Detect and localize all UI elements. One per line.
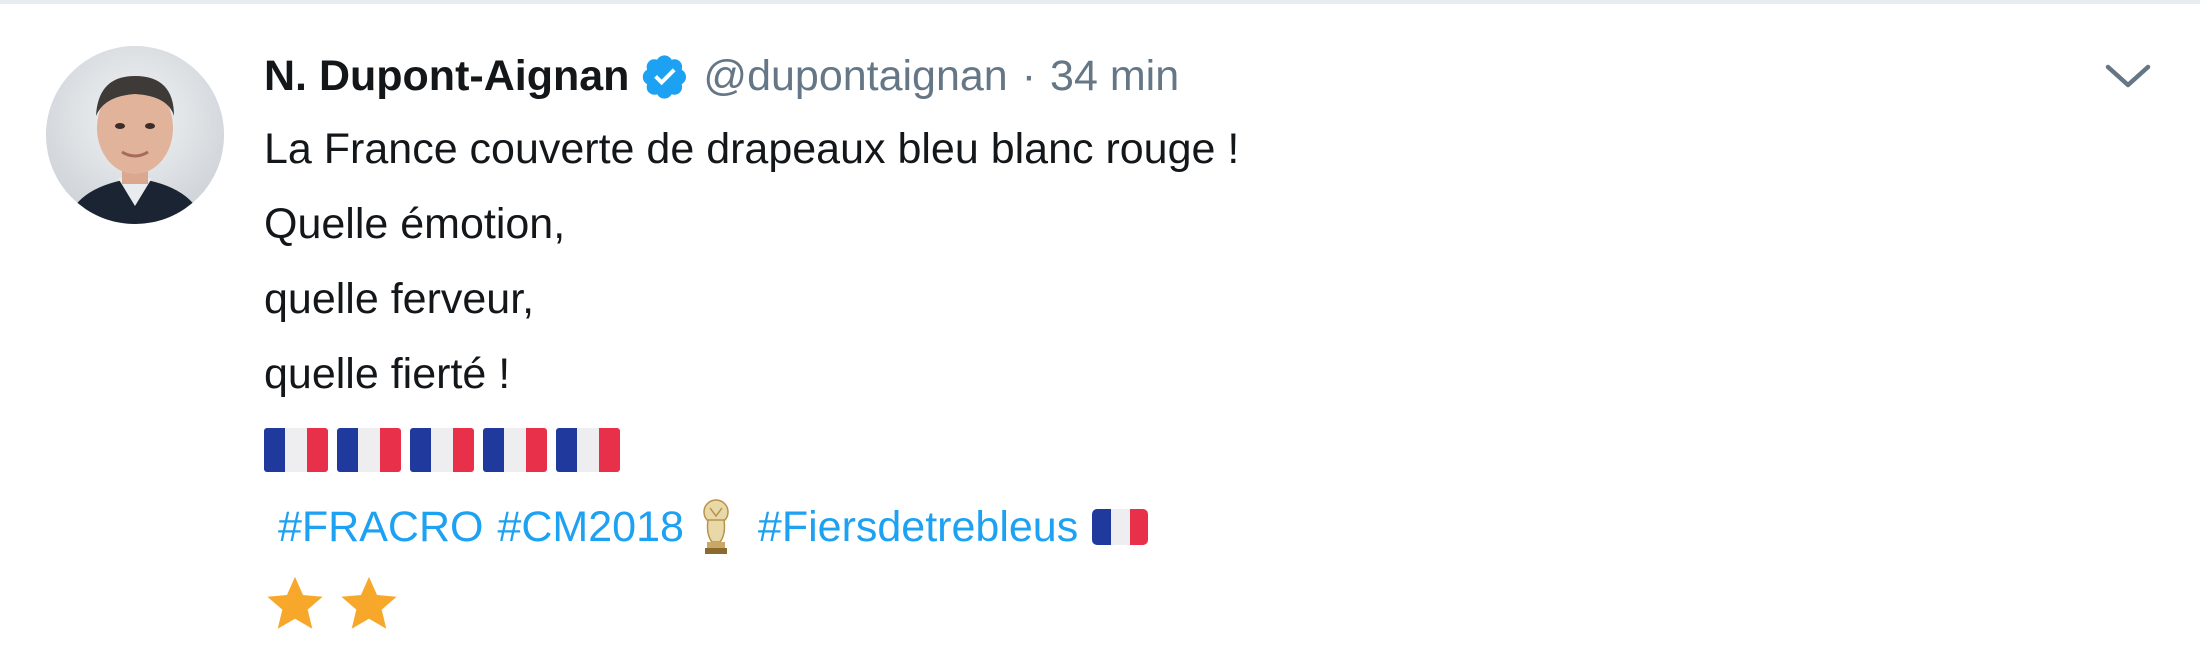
france-flag-icon bbox=[556, 427, 620, 472]
tweet-text-line-2: Quelle émotion, bbox=[264, 200, 566, 248]
tweet-top-border bbox=[0, 0, 2200, 4]
star-icon bbox=[338, 574, 400, 634]
trophy-icon bbox=[698, 498, 734, 556]
tweet-text-line-3: quelle ferveur, bbox=[264, 275, 535, 323]
flag-emoji-row bbox=[264, 412, 2064, 487]
france-flag-icon bbox=[410, 427, 474, 472]
france-flag-icon bbox=[483, 427, 547, 472]
tweet-text-line-1: La France couverte de drapeaux bleu blan… bbox=[264, 125, 1240, 173]
author-handle[interactable]: @dupontaignan bbox=[703, 52, 1007, 101]
avatar[interactable] bbox=[46, 46, 224, 224]
profile-photo-icon bbox=[46, 46, 224, 224]
hashtag-row: #FRACRO #CM2018 #Fiersdetrebleus bbox=[264, 487, 2064, 567]
hashtag-link[interactable]: #CM2018 bbox=[497, 503, 683, 552]
tweet-content: N. Dupont-Aignan @dupontaignan · 34 min … bbox=[264, 40, 2064, 641]
tweet-timestamp[interactable]: 34 min bbox=[1050, 52, 1179, 101]
hashtag-link[interactable]: #Fiersdetrebleus bbox=[758, 503, 1078, 552]
tweet-text-line-4: quelle fierté ! bbox=[264, 350, 511, 398]
tweet-menu-button[interactable] bbox=[2100, 48, 2156, 104]
tweet-header: N. Dupont-Aignan @dupontaignan · 34 min bbox=[264, 40, 2064, 112]
france-flag-icon bbox=[264, 427, 328, 472]
star-icon bbox=[264, 574, 326, 634]
header-separator: · bbox=[1021, 51, 1037, 100]
chevron-down-icon bbox=[2105, 64, 2151, 88]
france-flag-icon bbox=[337, 427, 401, 472]
verified-badge-icon bbox=[641, 52, 689, 100]
hashtag-link[interactable]: #FRACRO bbox=[278, 503, 483, 552]
author-name[interactable]: N. Dupont-Aignan bbox=[264, 52, 629, 101]
france-flag-icon bbox=[1092, 509, 1149, 545]
star-emoji-row bbox=[264, 567, 2064, 641]
